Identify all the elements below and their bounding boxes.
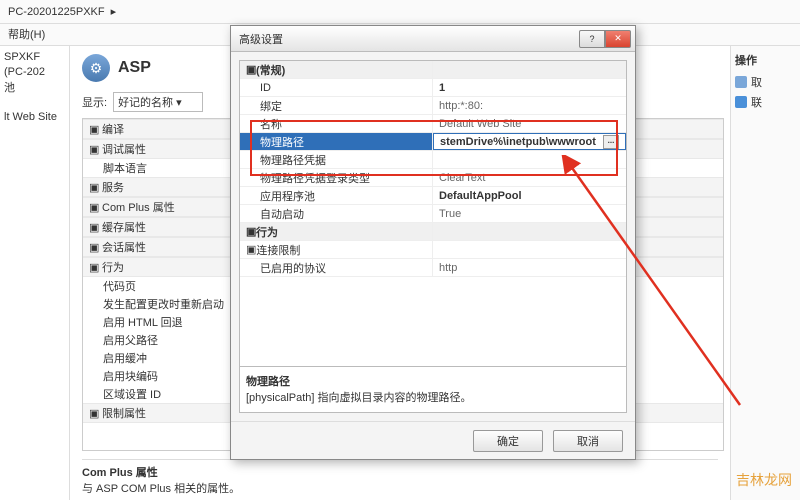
property-value[interactable]: True (433, 205, 626, 222)
display-label: 显示: (82, 94, 107, 110)
property-description: 物理路径 [physicalPath] 指向虚拟目录内容的物理路径。 (240, 366, 626, 412)
property-grid[interactable]: ▣ (常规)ID1绑定http:*:80:名称Default Web Site物… (239, 60, 627, 413)
property-value[interactable]: http (433, 259, 626, 276)
property-value[interactable] (433, 151, 626, 168)
property-label: ▣ 连接限制 (240, 241, 433, 258)
expander-icon: ▣ (89, 123, 98, 136)
property-label: 绑定 (240, 97, 433, 114)
footer-text: 与 ASP COM Plus 相关的属性。 (82, 480, 718, 496)
breadcrumb-separator-icon: ▸ (111, 5, 117, 18)
property-label: 物理路径 (240, 133, 433, 150)
property-row[interactable]: 已启用的协议http (240, 259, 626, 277)
menu-help[interactable]: 帮助(H) (8, 29, 45, 41)
action-item[interactable]: 取 (735, 74, 796, 90)
expander-icon: ▣ (89, 261, 98, 274)
property-row[interactable]: 物理路径stemDrive%\inetpub\wwwroot... (240, 133, 626, 151)
connections-tree[interactable]: SPXKF (PC-202 池 lt Web Site (0, 46, 70, 500)
expand-icon: ▣ (246, 243, 256, 256)
property-value[interactable]: 1 (433, 79, 626, 96)
property-row[interactable]: ID1 (240, 79, 626, 97)
window-buttons: ? ✕ (579, 30, 631, 48)
advanced-settings-dialog: 高级设置 ? ✕ ▣ (常规)ID1绑定http:*:80:名称Default … (230, 25, 636, 460)
collapse-icon: ▣ (246, 225, 256, 238)
expander-icon: ▣ (89, 181, 98, 194)
property-label: 物理路径凭据登录类型 (240, 169, 433, 186)
property-row[interactable]: 物理路径凭据 (240, 151, 626, 169)
expander-icon: ▣ (89, 241, 98, 254)
property-label: ID (240, 79, 433, 96)
actions-title: 操作 (735, 52, 796, 68)
property-value[interactable]: DefaultAppPool (433, 187, 626, 204)
dialog-title: 高级设置 (239, 31, 579, 47)
property-label: 名称 (240, 115, 433, 132)
tree-node[interactable]: SPXKF (PC-202 (4, 50, 65, 81)
action-icon (735, 96, 747, 108)
tree-node[interactable]: 池 (4, 81, 65, 96)
action-item[interactable]: 联 (735, 94, 796, 110)
property-row[interactable]: 自动启动True (240, 205, 626, 223)
tree-node[interactable]: lt Web Site (4, 110, 65, 125)
footer-description: Com Plus 属性 与 ASP COM Plus 相关的属性。 (82, 459, 718, 496)
property-row[interactable]: 名称Default Web Site (240, 115, 626, 133)
property-label: 自动启动 (240, 205, 433, 222)
browse-button[interactable]: ... (603, 135, 619, 149)
action-icon (735, 76, 747, 88)
property-grid-body[interactable]: ▣ (常规)ID1绑定http:*:80:名称Default Web Site物… (240, 61, 626, 366)
property-group-header[interactable]: ▣ 行为 (240, 223, 626, 241)
property-row[interactable]: 物理路径凭据登录类型ClearText (240, 169, 626, 187)
property-value[interactable]: http:*:80: (433, 97, 626, 114)
help-button[interactable]: ? (579, 30, 605, 48)
page-title: ASP (118, 59, 151, 77)
footer-title: Com Plus 属性 (82, 464, 718, 480)
close-button[interactable]: ✕ (605, 30, 631, 48)
dialog-titlebar[interactable]: 高级设置 ? ✕ (231, 26, 635, 52)
watermark: 吉林龙网 (736, 470, 792, 490)
property-value[interactable] (433, 241, 626, 258)
ok-button[interactable]: 确定 (473, 430, 543, 452)
desc-text: [physicalPath] 指向虚拟目录内容的物理路径。 (246, 389, 620, 405)
property-label: 应用程序池 (240, 187, 433, 204)
cancel-button[interactable]: 取消 (553, 430, 623, 452)
display-select[interactable]: 好记的名称 ▾ (113, 92, 203, 112)
actions-panel: 操作 取 联 (730, 46, 800, 500)
breadcrumb-node[interactable]: PC-20201225PXKF (8, 6, 105, 18)
property-row[interactable]: ▣ 连接限制 (240, 241, 626, 259)
dialog-buttons: 确定 取消 (231, 421, 635, 459)
property-row[interactable]: 应用程序池DefaultAppPool (240, 187, 626, 205)
expander-icon: ▣ (89, 407, 98, 420)
property-value[interactable]: stemDrive%\inetpub\wwwroot... (433, 133, 626, 150)
breadcrumb[interactable]: PC-20201225PXKF ▸ (0, 0, 800, 24)
expander-icon: ▣ (89, 143, 98, 156)
property-row[interactable]: 绑定http:*:80: (240, 97, 626, 115)
property-value[interactable]: ClearText (433, 169, 626, 186)
property-group-header[interactable]: ▣ (常规) (240, 61, 626, 79)
property-label: 已启用的协议 (240, 259, 433, 276)
property-label: 物理路径凭据 (240, 151, 433, 168)
expander-icon: ▣ (89, 221, 98, 234)
asp-icon: ⚙ (82, 54, 110, 82)
expander-icon: ▣ (89, 201, 98, 214)
property-value[interactable]: Default Web Site (433, 115, 626, 132)
collapse-icon: ▣ (246, 63, 256, 76)
desc-title: 物理路径 (246, 373, 620, 389)
